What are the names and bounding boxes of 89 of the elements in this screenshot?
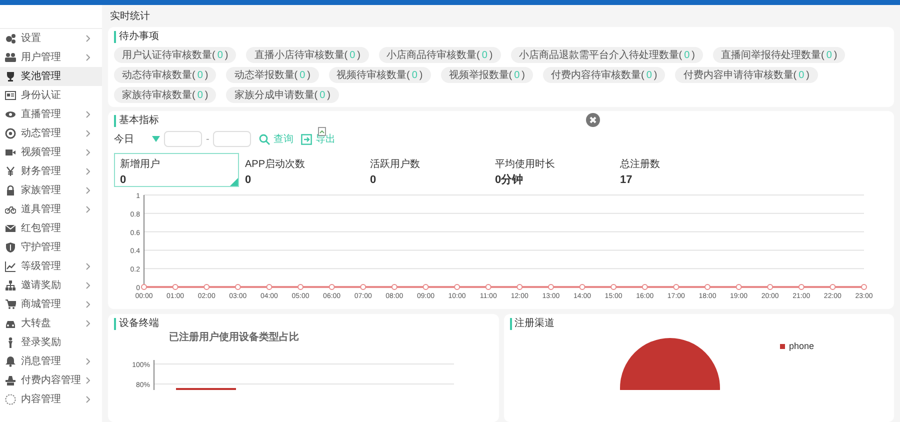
section-title: 注册渠道 — [510, 318, 888, 330]
dropdown-icon[interactable] — [152, 136, 160, 142]
export-icon — [301, 134, 312, 144]
corner-mark — [230, 178, 238, 186]
cart-icon — [5, 299, 16, 310]
pending-count-chip[interactable]: 小店商品退款需平台介入待处理数量( 0 ) — [510, 47, 703, 63]
data-point — [298, 284, 304, 290]
trophy-icon — [5, 71, 16, 82]
section-title: 设备终端 — [114, 318, 492, 330]
data-point — [266, 284, 272, 290]
legend-label: phone — [788, 341, 814, 351]
stat-card[interactable]: 活跃用户数 0 — [364, 153, 489, 187]
stat-card[interactable]: 新增用户 0 — [114, 153, 239, 187]
circle-icon — [5, 394, 16, 405]
legend-swatch — [780, 344, 784, 349]
data-point — [610, 284, 617, 290]
bicycle-icon — [5, 204, 16, 215]
stat-value: 0 — [370, 173, 378, 188]
stat-value: 0分钟 — [495, 172, 524, 188]
stat-label: APP启动次数 — [245, 158, 306, 172]
pending-count-chip[interactable]: 付费内容申请待审核数量( 0 ) — [675, 67, 818, 83]
broken-image-icon — [318, 127, 326, 136]
envelope-icon — [5, 223, 16, 234]
bell-icon — [5, 356, 16, 367]
close-icon[interactable] — [586, 113, 600, 127]
data-point — [485, 284, 492, 290]
data-point — [141, 284, 147, 290]
data-point — [830, 284, 836, 290]
car-icon — [5, 318, 16, 329]
line-chart-icon — [5, 261, 16, 272]
stat-card[interactable]: 平均使用时长 0分钟 — [489, 153, 614, 187]
range-select[interactable]: 今日 — [114, 132, 134, 146]
data-point — [642, 284, 648, 290]
stat-value: 17 — [620, 173, 634, 188]
pending-count-chip[interactable]: 用户认证待审核数量( 0 ) — [114, 47, 236, 63]
pending-count-chip[interactable]: 视频举报数量( 0 ) — [440, 67, 533, 83]
pending-count-chip[interactable]: 直播间举报待处理数量( 0 ) — [713, 47, 846, 63]
data-point — [736, 284, 742, 290]
data-point — [454, 284, 460, 290]
data-point — [172, 284, 178, 290]
stat-label: 活跃用户数 — [370, 158, 421, 172]
data-point — [204, 284, 210, 290]
stat-label: 新增用户 — [120, 158, 161, 172]
date-separator: - — [206, 132, 210, 146]
stat-value: 0 — [245, 173, 252, 188]
id-card-icon — [5, 90, 16, 101]
pending-count-chip[interactable]: 直播小店待审核数量( 0 ) — [246, 47, 368, 63]
pending-count-chip[interactable]: 动态待审核数量( 0 ) — [114, 67, 216, 83]
yen-icon — [5, 166, 16, 177]
search-icon — [259, 134, 270, 144]
data-point — [861, 284, 867, 290]
data-point — [516, 284, 523, 290]
data-point — [548, 284, 554, 290]
data-point — [798, 284, 804, 290]
eye-icon — [5, 109, 16, 120]
shield-icon — [5, 242, 16, 253]
pending-count-chip[interactable]: 付费内容待审核数量( 0 ) — [543, 67, 666, 83]
start-date-field[interactable] — [164, 131, 202, 147]
chart-title: 已注册用户使用设备类型占比 — [169, 332, 299, 343]
stat-label: 总注册数 — [620, 158, 661, 172]
ball-icon — [5, 128, 16, 139]
data-point — [328, 284, 335, 290]
data-point — [234, 284, 241, 290]
pending-count-chip[interactable]: 动态举报数量( 0 ) — [226, 67, 318, 83]
data-point — [579, 284, 586, 290]
data-point — [360, 284, 366, 290]
pending-count-chip[interactable]: 视频待审核数量( 0 ) — [328, 67, 431, 83]
end-date-field[interactable] — [213, 131, 252, 147]
pending-count-chip[interactable]: 家族待审核数量( 0 ) — [114, 87, 216, 103]
users-icon — [5, 52, 16, 63]
page-title: 实时统计 — [109, 10, 151, 24]
stat-card[interactable]: APP启动次数 0 — [239, 153, 364, 187]
gears-icon — [5, 33, 16, 44]
section-title: 待办事项 — [114, 31, 888, 43]
sidebar-item[interactable]: 奖池管理 — [0, 67, 102, 86]
stat-value: 0 — [120, 173, 128, 188]
hat-icon — [5, 375, 16, 386]
stat-label: 平均使用时长 — [495, 158, 556, 172]
stat-card[interactable]: 总注册数 17 — [614, 153, 739, 187]
data-point — [422, 284, 429, 290]
data-point — [704, 284, 710, 290]
pending-count-chip[interactable]: 小店商品待审核数量( 0 ) — [378, 47, 501, 63]
video-camera-icon — [5, 147, 16, 158]
lock-icon — [5, 185, 16, 196]
data-point — [767, 284, 774, 290]
data-point — [673, 284, 680, 290]
data-point — [391, 284, 398, 290]
pending-count-chip[interactable]: 家族分成申请数量( 0 ) — [226, 87, 338, 103]
sitemap-icon — [5, 280, 16, 291]
